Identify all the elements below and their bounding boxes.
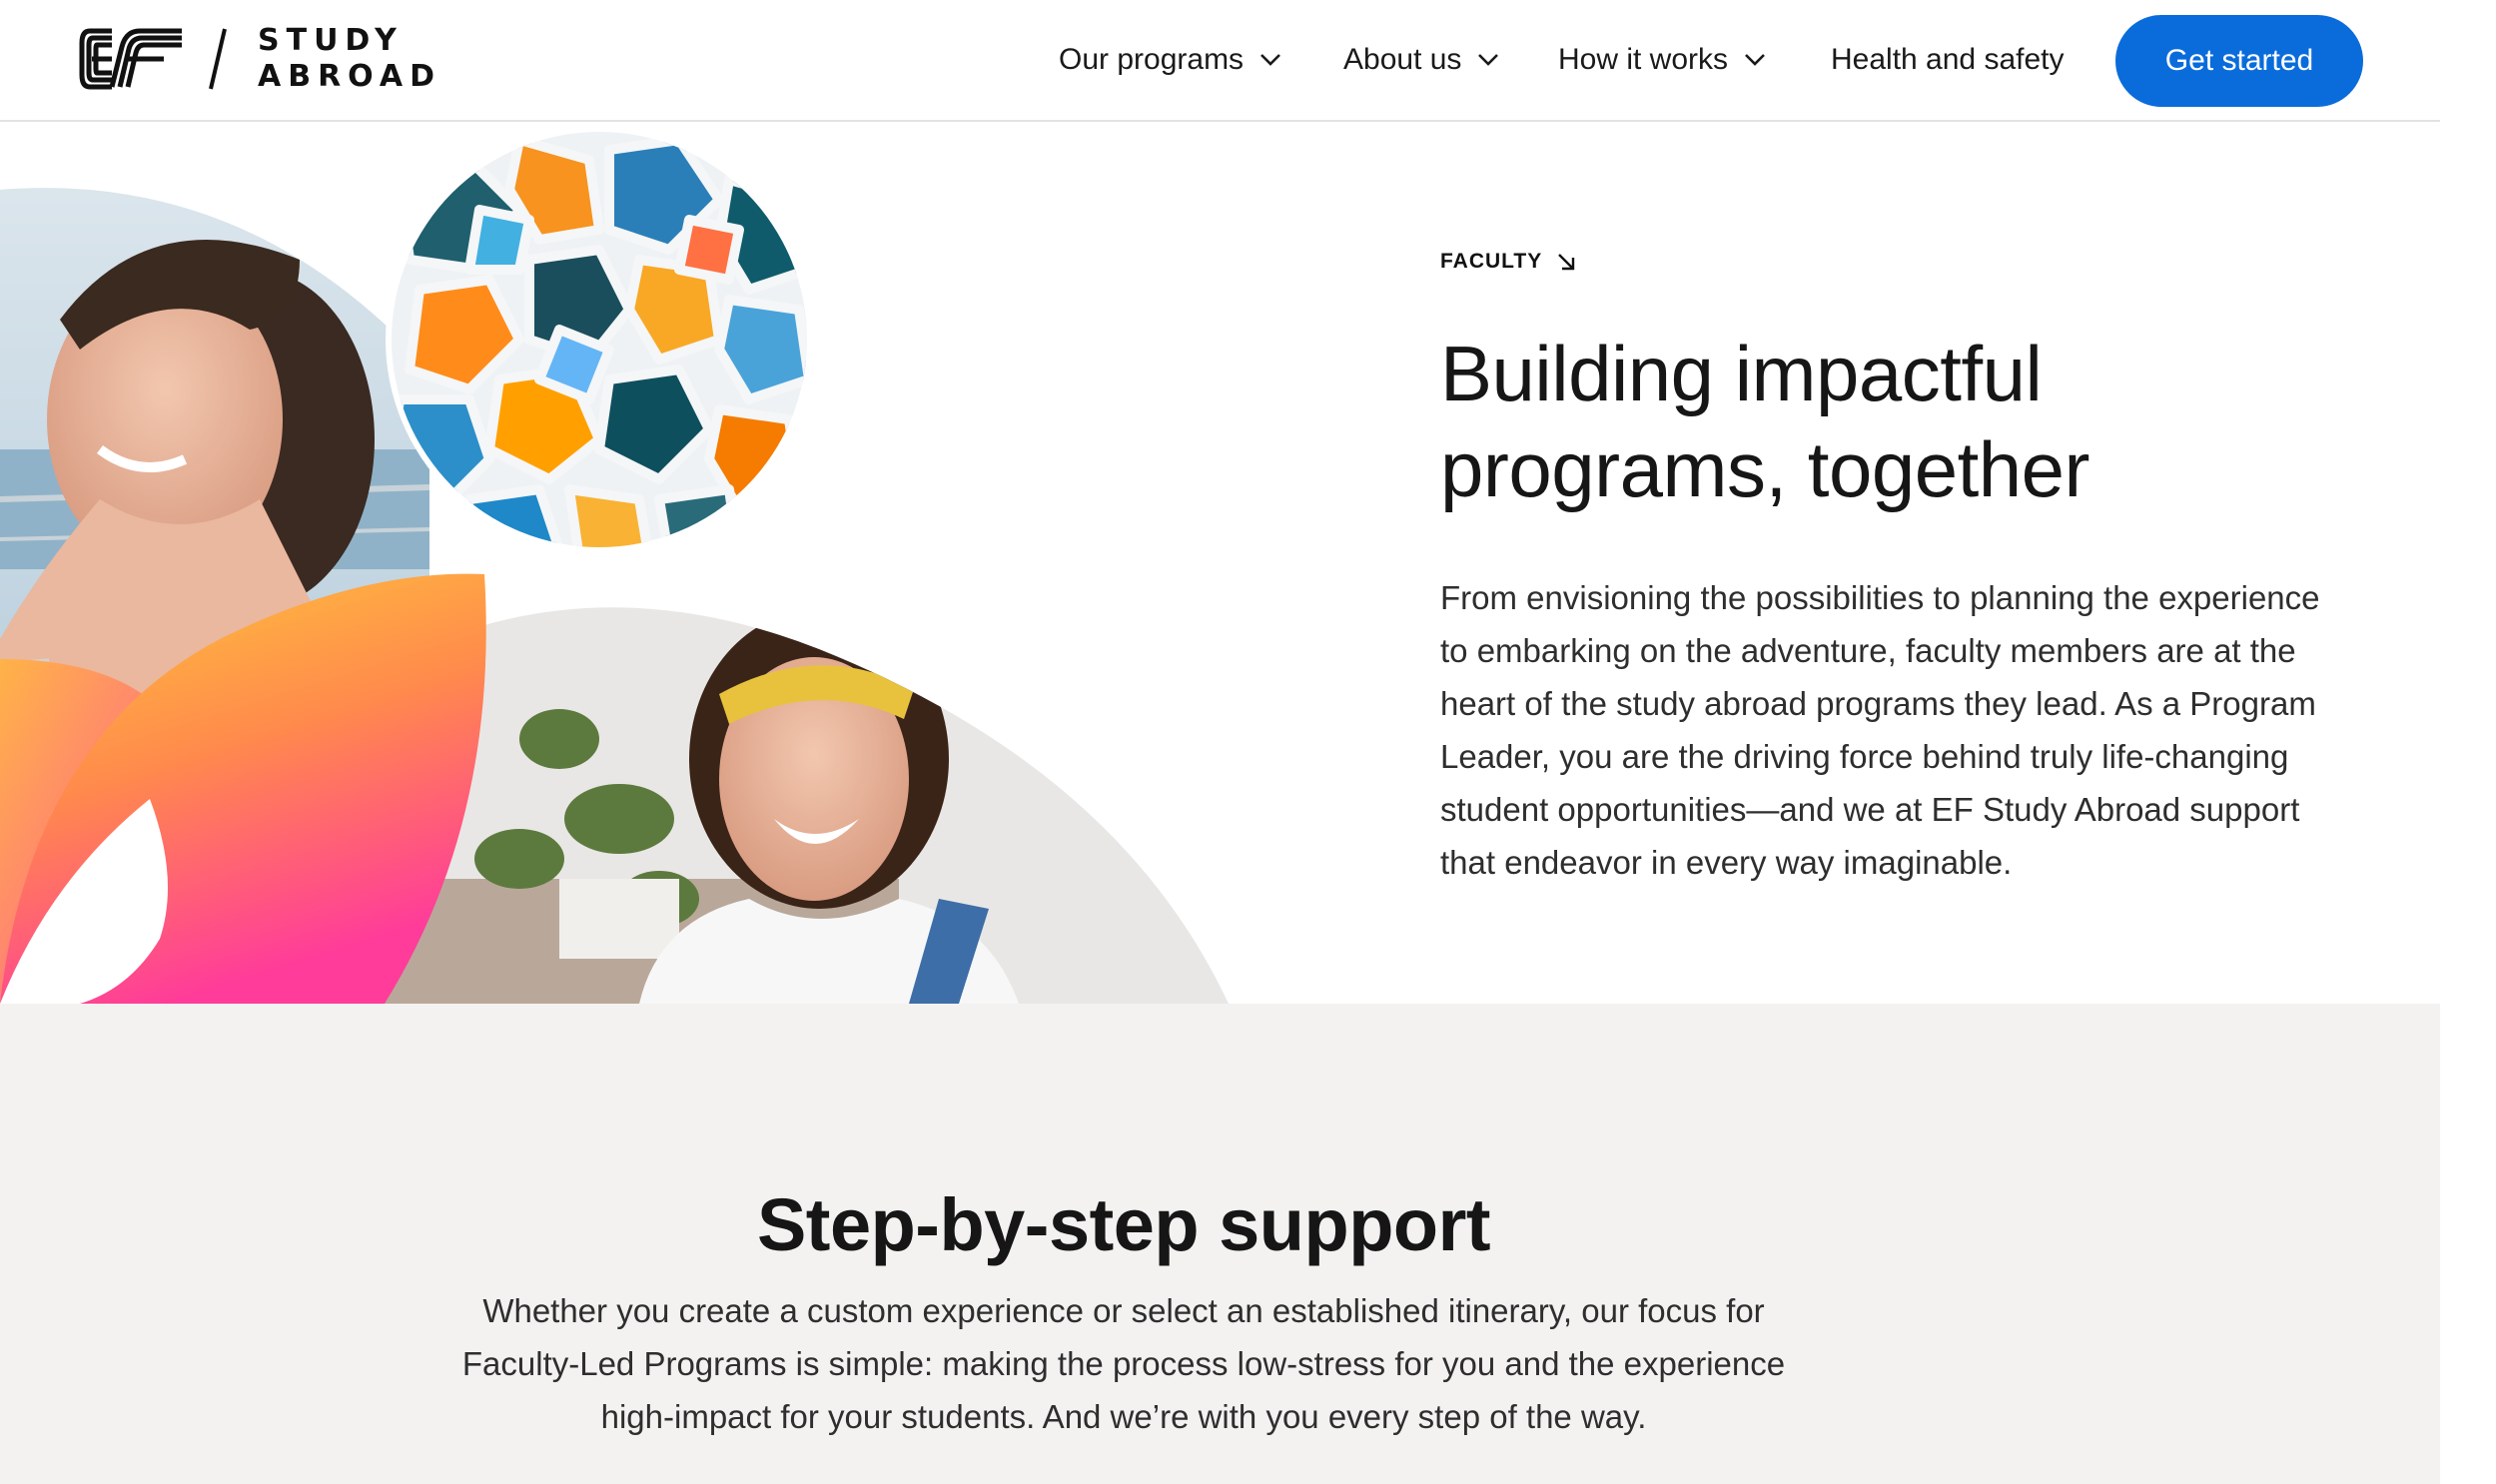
hero-title-line-2: programs, together <box>1440 425 2090 513</box>
ef-study-abroad-logo[interactable]: STUDY ABROAD <box>78 24 441 94</box>
photo-mosaic-tiles <box>392 132 807 547</box>
logo-divider-icon <box>209 28 227 90</box>
nav-our-programs[interactable]: Our programs <box>1059 0 1281 120</box>
nav-health-and-safety[interactable]: Health and safety <box>1831 0 2064 120</box>
arrow-down-right-icon <box>1558 254 1575 271</box>
hero-title-line-1: Building impactful <box>1440 330 2043 417</box>
nav-how-it-works[interactable]: How it works <box>1558 0 1766 120</box>
nav-about-us-label: About us <box>1343 43 1462 76</box>
chevron-down-icon <box>1478 54 1499 66</box>
step-by-step-support-section: Step-by-step support Whether you create … <box>0 1004 2440 1484</box>
page: STUDY ABROAD Our programs About us How i… <box>0 0 2440 1484</box>
support-description: Whether you create a custom experience o… <box>461 1292 1786 1435</box>
logo-text-study: STUDY <box>258 23 404 58</box>
chevron-down-icon <box>1745 54 1765 66</box>
get-started-button[interactable]: Get started <box>2115 15 2363 107</box>
eyebrow-label: FACULTY <box>1440 250 1543 273</box>
faculty-eyebrow-link[interactable]: FACULTY <box>1440 250 2339 274</box>
chevron-down-icon <box>1260 54 1280 66</box>
site-header: STUDY ABROAD Our programs About us How i… <box>0 0 2440 122</box>
nav-our-programs-label: Our programs <box>1059 43 1245 76</box>
logo-text-abroad: ABROAD <box>258 59 442 94</box>
hero-text-block: FACULTY Building impactful programs, tog… <box>1440 250 2339 922</box>
page-right-margin <box>2440 0 2496 1484</box>
ef-logo-icon <box>79 28 182 90</box>
nav-how-it-works-label: How it works <box>1558 43 1729 76</box>
hero-title: Building impactful programs, together <box>1440 326 2339 517</box>
nav-health-and-safety-label: Health and safety <box>1831 43 2065 76</box>
hero-collage-graphic <box>0 126 1229 1004</box>
support-heading: Step-by-step support <box>756 1183 1491 1267</box>
logo-wordmark: STUDY ABROAD <box>258 26 441 92</box>
nav-about-us[interactable]: About us <box>1343 0 1499 120</box>
hero-description: From envisioning the possibilities to pl… <box>1440 579 2320 881</box>
hero-image-collage <box>0 120 1229 1004</box>
